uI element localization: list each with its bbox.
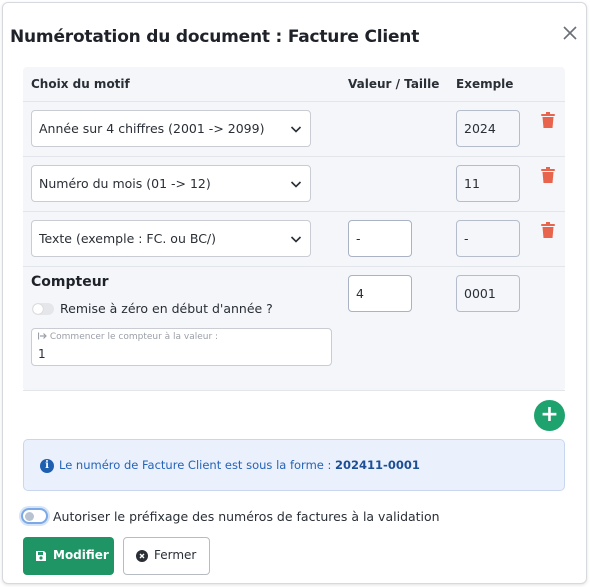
- chevron-down-icon: [290, 126, 302, 133]
- counter-start-label: Commencer le compteur à la valeur :: [37, 332, 219, 342]
- save-icon: [36, 551, 46, 561]
- example-field-text: -: [456, 220, 520, 257]
- motif-select-month[interactable]: Numéro du mois (01 -> 12): [31, 165, 311, 202]
- reset-yearly-toggle[interactable]: [32, 303, 54, 315]
- add-row-button[interactable]: +: [534, 400, 565, 431]
- select-value: Numéro du mois (01 -> 12): [39, 176, 211, 191]
- plus-icon: +: [540, 402, 559, 427]
- example-field-month: 11: [456, 165, 520, 202]
- trash-icon[interactable]: [541, 222, 555, 238]
- close-circle-icon: [136, 550, 148, 562]
- prefix-toggle[interactable]: [21, 508, 48, 524]
- toggle-knob: [33, 304, 43, 314]
- counter-title: Compteur: [31, 274, 109, 290]
- format-info-number: 202411-0001: [335, 458, 420, 472]
- row-divider: [23, 266, 565, 267]
- column-header-exemple: Exemple: [456, 77, 514, 91]
- counter-start-field[interactable]: Commencer le compteur à la valeur : 1: [31, 328, 332, 366]
- motif-select-year[interactable]: Année sur 4 chiffres (2001 -> 2099): [31, 110, 311, 147]
- row-divider: [23, 211, 565, 212]
- example-field-year: 2024: [456, 110, 520, 147]
- info-icon: i: [40, 459, 54, 473]
- reset-yearly-label: Remise à zéro en début d'année ?: [60, 301, 273, 316]
- counter-start-value: 1: [38, 347, 46, 361]
- save-button-label: Modifier: [53, 548, 109, 562]
- cancel-button-label: Fermer: [154, 548, 197, 562]
- arrow-right-to-icon: [37, 332, 47, 340]
- save-button[interactable]: Modifier: [23, 537, 114, 575]
- prefix-toggle-label: Autoriser le préfixage des numéros de fa…: [53, 509, 440, 524]
- row-divider: [23, 390, 565, 391]
- row-divider: [23, 101, 565, 102]
- select-value: Texte (exemple : FC. ou BC/): [39, 231, 217, 246]
- chevron-down-icon: [290, 236, 302, 243]
- counter-example-field: 0001: [456, 275, 520, 312]
- motif-select-text[interactable]: Texte (exemple : FC. ou BC/): [31, 220, 311, 257]
- format-info-text: Le numéro de Facture Client est sous la …: [59, 458, 420, 472]
- counter-size-field[interactable]: 4: [348, 275, 412, 312]
- cancel-button[interactable]: Fermer: [123, 537, 210, 575]
- column-header-motif: Choix du motif: [31, 77, 130, 91]
- column-header-valeur: Valeur / Taille: [348, 77, 440, 91]
- trash-icon[interactable]: [541, 112, 555, 128]
- toggle-knob: [25, 512, 34, 521]
- close-icon[interactable]: [561, 24, 579, 42]
- dialog-title: Numérotation du document : Facture Clien…: [10, 27, 420, 47]
- trash-icon[interactable]: [541, 167, 555, 183]
- format-info-prefix: Le numéro de Facture Client est sous la …: [59, 458, 332, 472]
- value-field-text[interactable]: -: [348, 220, 412, 257]
- counter-start-label-text: Commencer le compteur à la valeur :: [49, 332, 219, 342]
- row-divider: [23, 156, 565, 157]
- format-info-box: i Le numéro de Facture Client est sous l…: [23, 439, 565, 491]
- select-value: Année sur 4 chiffres (2001 -> 2099): [39, 121, 265, 136]
- chevron-down-icon: [290, 181, 302, 188]
